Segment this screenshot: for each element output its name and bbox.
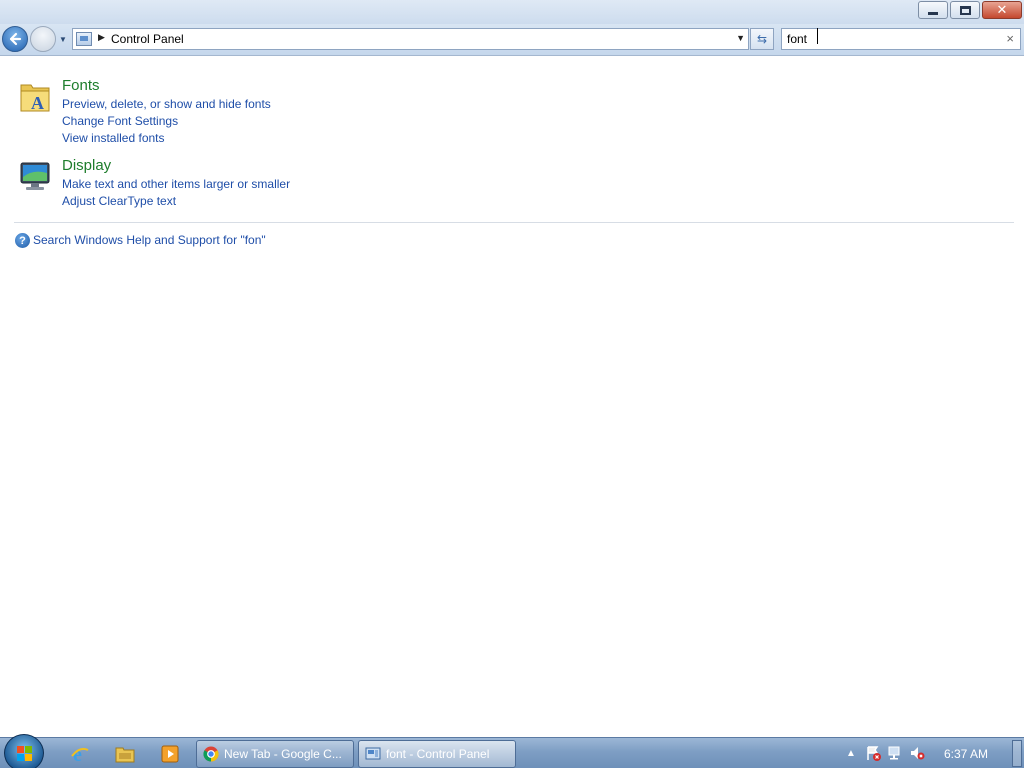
- link-preview-delete-fonts[interactable]: Preview, delete, or show and hide fonts: [62, 97, 271, 111]
- network-icon[interactable]: [884, 744, 906, 762]
- display-monitor-icon[interactable]: [18, 159, 52, 193]
- link-text-size[interactable]: Make text and other items larger or smal…: [62, 177, 290, 191]
- clear-search-icon[interactable]: ×: [1006, 31, 1014, 46]
- task-control-panel[interactable]: font - Control Panel: [358, 740, 516, 768]
- control-panel-icon: [365, 747, 381, 760]
- system-tray: ▲: [840, 744, 928, 762]
- forward-button[interactable]: [30, 26, 56, 52]
- task-label: New Tab - Google C...: [224, 747, 342, 761]
- control-panel-icon: [76, 32, 92, 46]
- divider: [14, 222, 1014, 223]
- chrome-icon: [203, 746, 219, 762]
- link-view-installed-fonts[interactable]: View installed fonts: [62, 131, 165, 145]
- taskbar: e New Tab - Google C... font - Control P…: [0, 734, 1024, 768]
- breadcrumb-chevron-icon[interactable]: ▶: [98, 32, 105, 43]
- address-bar[interactable]: ▶ Control Panel ▼: [72, 28, 749, 50]
- back-button[interactable]: [2, 26, 28, 52]
- close-button[interactable]: ✕: [982, 1, 1022, 19]
- help-search-text[interactable]: Search Windows Help and Support for "fon…: [33, 233, 266, 247]
- restore-icon: [959, 5, 971, 15]
- media-player-icon[interactable]: [152, 741, 188, 767]
- svg-text:A: A: [31, 93, 44, 113]
- link-change-font-settings[interactable]: Change Font Settings: [62, 114, 178, 128]
- restore-button[interactable]: [950, 1, 980, 19]
- show-hidden-icons-icon[interactable]: ▲: [840, 744, 862, 762]
- internet-explorer-icon[interactable]: e: [62, 741, 98, 767]
- task-label: font - Control Panel: [386, 747, 490, 761]
- display-title[interactable]: Display: [62, 157, 111, 174]
- show-desktop-button[interactable]: [1012, 740, 1022, 767]
- windows-explorer-icon[interactable]: [107, 741, 143, 767]
- back-arrow-icon: [9, 32, 22, 46]
- link-cleartype[interactable]: Adjust ClearType text: [62, 194, 176, 208]
- refresh-icon: ⇆: [756, 32, 768, 46]
- minimize-button[interactable]: [918, 1, 948, 19]
- navigation-bar: ▼ ▶ Control Panel ▼ ⇆ font ×: [0, 24, 1024, 56]
- search-results: A Fonts Preview, delete, or show and hid…: [0, 57, 1024, 737]
- window-controls: ✕: [916, 1, 1022, 19]
- minimize-icon: [928, 11, 938, 15]
- help-icon: ?: [15, 233, 30, 248]
- start-button[interactable]: [4, 734, 44, 768]
- refresh-button[interactable]: ⇆: [750, 28, 774, 50]
- address-dropdown-icon[interactable]: ▼: [736, 33, 745, 43]
- breadcrumb-control-panel[interactable]: Control Panel: [111, 32, 184, 46]
- title-bar: ✕: [0, 0, 1024, 24]
- text-cursor: [817, 28, 819, 44]
- action-center-flag-icon[interactable]: [862, 744, 884, 762]
- fonts-folder-icon[interactable]: A: [18, 79, 52, 113]
- search-value[interactable]: font: [787, 32, 807, 46]
- clock[interactable]: 6:37 AM: [944, 747, 988, 761]
- close-icon: ✕: [996, 2, 1008, 17]
- recent-pages-chevron-icon[interactable]: ▼: [58, 34, 68, 44]
- fonts-title[interactable]: Fonts: [62, 77, 100, 94]
- task-chrome[interactable]: New Tab - Google C...: [196, 740, 354, 768]
- volume-muted-icon[interactable]: [906, 744, 928, 762]
- windows-logo-icon: [17, 746, 33, 762]
